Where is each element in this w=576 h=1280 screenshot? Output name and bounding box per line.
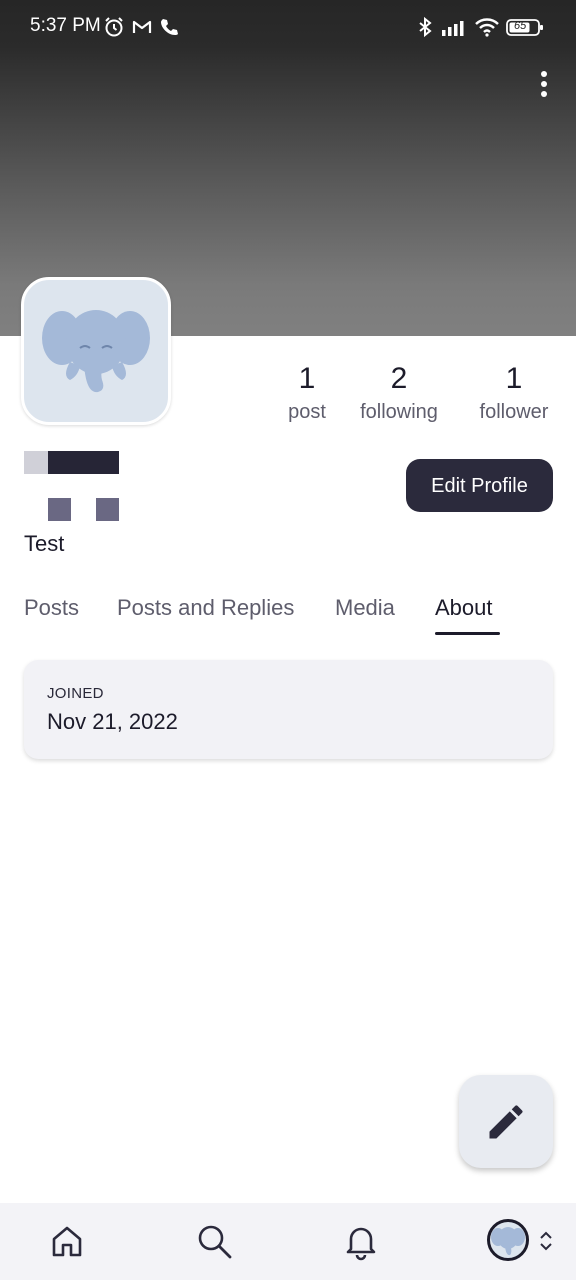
pencil-icon [489, 1105, 523, 1139]
display-name-redacted [48, 451, 119, 474]
joined-label: JOINED [47, 685, 104, 702]
battery-level: 65 [514, 20, 527, 32]
joined-date: Nov 21, 2022 [47, 709, 178, 734]
compose-button[interactable] [459, 1075, 553, 1168]
stat-posts[interactable]: 1 post [283, 360, 331, 426]
username-redacted [96, 498, 119, 521]
active-tab-indicator [435, 632, 500, 635]
signal-icon [442, 21, 464, 36]
stat-following-value: 2 [390, 362, 408, 395]
nav-avatar[interactable] [487, 1219, 529, 1261]
search-icon[interactable] [194, 1221, 234, 1261]
stat-posts-label: post [288, 401, 326, 423]
elephant-icon [491, 1227, 525, 1256]
edit-profile-button[interactable]: Edit Profile [406, 459, 553, 512]
chevron-updown-icon[interactable] [538, 1229, 554, 1253]
tab-media[interactable]: Media [335, 595, 395, 621]
status-bar: 5:37 PM 65 [0, 0, 576, 56]
profile-tabs: Posts Posts and Replies Media About [0, 585, 576, 637]
display-name-redacted [24, 451, 48, 474]
profile-avatar[interactable] [21, 277, 171, 425]
alarm-icon [105, 17, 123, 37]
stat-following-label: following [360, 401, 438, 423]
more-options-icon[interactable] [532, 70, 556, 100]
stat-posts-value: 1 [298, 362, 316, 395]
bluetooth-icon [419, 16, 432, 38]
tab-posts-and-replies[interactable]: Posts and Replies [117, 595, 294, 621]
status-time: 5:37 PM [30, 15, 101, 36]
wifi-icon [475, 18, 499, 37]
stat-following[interactable]: 2 following [352, 360, 446, 426]
stat-followers[interactable]: 1 follower [472, 360, 556, 426]
battery-icon: 65 [506, 16, 544, 38]
tab-posts[interactable]: Posts [24, 595, 79, 621]
phone-icon [161, 19, 178, 35]
bell-icon[interactable] [341, 1221, 381, 1261]
stat-followers-value: 1 [505, 362, 523, 395]
tab-about[interactable]: About [435, 595, 493, 621]
home-icon[interactable] [47, 1221, 87, 1261]
joined-card: JOINED Nov 21, 2022 [24, 660, 553, 759]
elephant-icon [42, 310, 150, 393]
stat-followers-label: follower [479, 401, 549, 423]
gmail-icon [132, 20, 152, 33]
profile-bio: Test [24, 531, 65, 556]
username-redacted [48, 498, 71, 521]
